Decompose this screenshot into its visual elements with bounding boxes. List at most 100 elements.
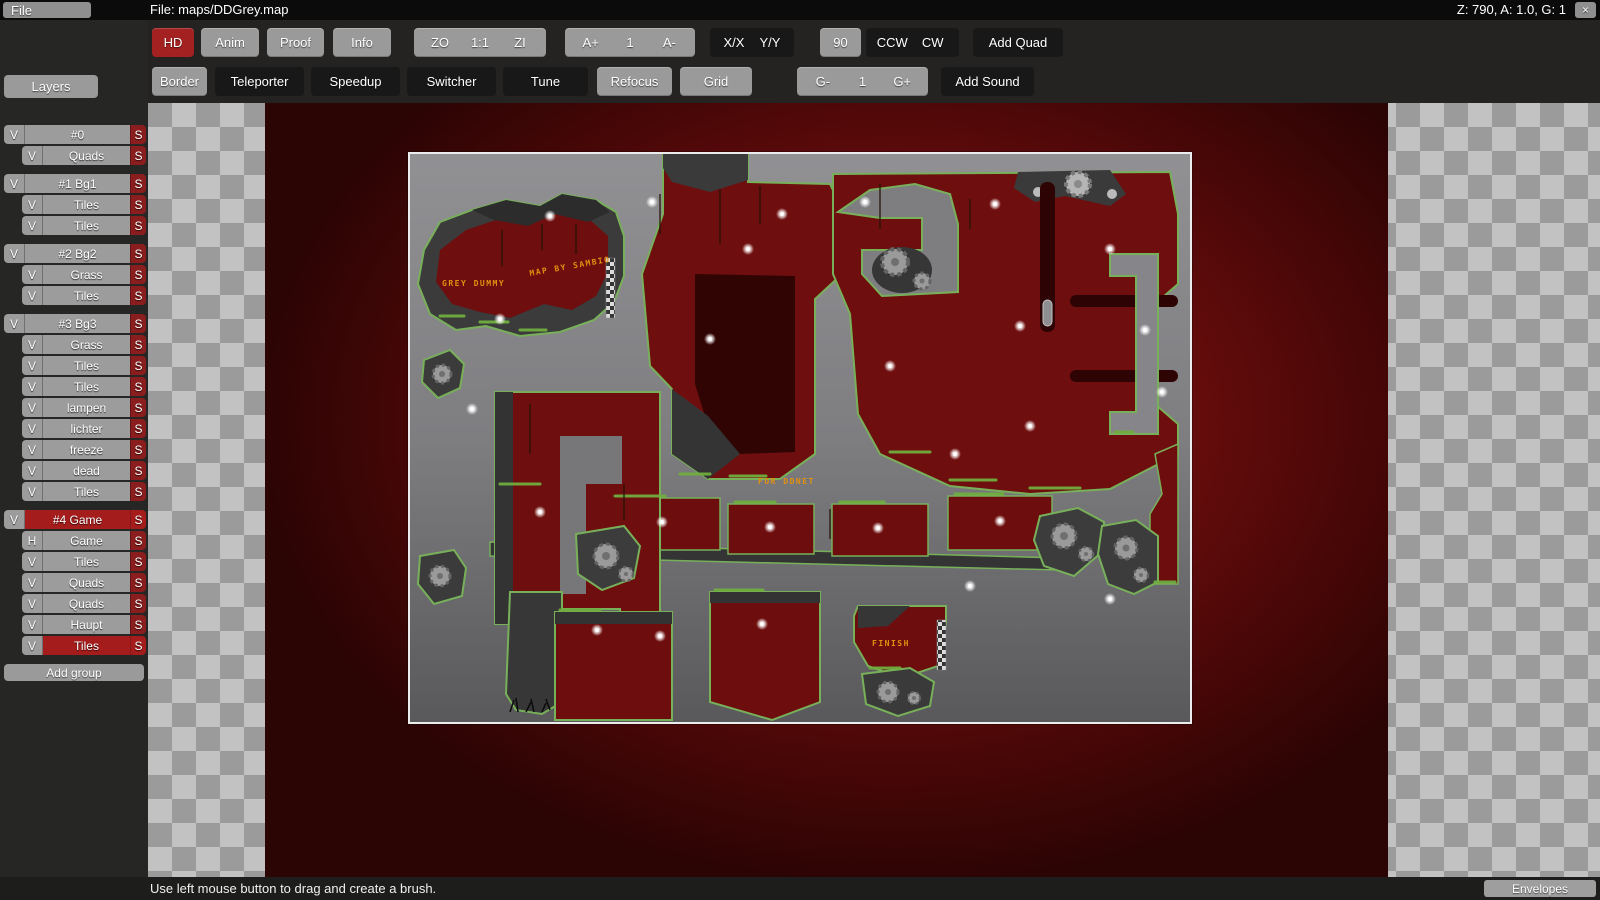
row-label[interactable]: #1 Bg1 — [25, 174, 130, 193]
layer-row-tiles[interactable]: VTilesS — [22, 482, 146, 501]
visibility-toggle[interactable]: V — [22, 594, 43, 613]
row-label[interactable]: Tiles — [43, 377, 130, 396]
envelopes-button[interactable]: Envelopes — [1484, 880, 1596, 897]
add-sound-button[interactable]: Add Sound — [941, 67, 1034, 96]
sync-toggle[interactable]: S — [130, 531, 146, 550]
teleporter-button[interactable]: Teleporter — [215, 67, 304, 96]
sync-toggle[interactable]: S — [130, 440, 146, 459]
layers-panel-header[interactable]: Layers — [4, 75, 98, 98]
sync-toggle[interactable]: S — [130, 286, 146, 305]
row-label[interactable]: Tiles — [43, 195, 130, 214]
visibility-toggle[interactable]: H — [22, 531, 43, 550]
row-label[interactable]: Quads — [43, 146, 130, 165]
info-toggle-button[interactable]: Info — [333, 28, 391, 57]
visibility-toggle[interactable]: V — [22, 552, 43, 571]
layer-row-freeze[interactable]: VfreezeS — [22, 440, 146, 459]
refocus-button[interactable]: Refocus — [597, 67, 672, 96]
group-row--0[interactable]: V#0S — [4, 125, 146, 144]
sync-toggle[interactable]: S — [130, 398, 146, 417]
row-label[interactable]: #2 Bg2 — [25, 244, 130, 263]
visibility-toggle[interactable]: V — [4, 125, 25, 144]
sync-toggle[interactable]: S — [130, 195, 146, 214]
group-row--2-bg2[interactable]: V#2 Bg2S — [4, 244, 146, 263]
layer-row-quads[interactable]: VQuadsS — [22, 594, 146, 613]
row-label[interactable]: Game — [43, 531, 130, 550]
layer-row-tiles[interactable]: VTilesS — [22, 216, 146, 235]
grid-size-minus-button[interactable]: G- — [803, 74, 843, 89]
group-row--1-bg1[interactable]: V#1 Bg1S — [4, 174, 146, 193]
sync-toggle[interactable]: S — [130, 594, 146, 613]
rotate-cw-button[interactable]: CW — [913, 35, 954, 50]
visibility-toggle[interactable]: V — [4, 314, 25, 333]
sync-toggle[interactable]: S — [130, 615, 146, 634]
row-label[interactable]: #4 Game — [25, 510, 130, 529]
sync-toggle[interactable]: S — [130, 482, 146, 501]
visibility-toggle[interactable]: V — [22, 286, 43, 305]
visibility-toggle[interactable]: V — [22, 419, 43, 438]
visibility-toggle[interactable]: V — [22, 636, 43, 655]
rotate-ccw-button[interactable]: CCW — [872, 35, 913, 50]
anim-toggle-button[interactable]: Anim — [201, 28, 259, 57]
anim-speed-down-button[interactable]: A- — [650, 35, 689, 50]
layer-row-tiles[interactable]: VTilesS — [22, 377, 146, 396]
visibility-toggle[interactable]: V — [22, 440, 43, 459]
visibility-toggle[interactable]: V — [22, 573, 43, 592]
sync-toggle[interactable]: S — [130, 573, 146, 592]
layer-row-grass[interactable]: VGrassS — [22, 265, 146, 284]
visibility-toggle[interactable]: V — [22, 216, 43, 235]
layer-row-tiles[interactable]: VTilesS — [22, 286, 146, 305]
row-label[interactable]: #0 — [25, 125, 130, 144]
row-label[interactable]: Tiles — [43, 286, 130, 305]
speedup-button[interactable]: Speedup — [311, 67, 400, 96]
visibility-toggle[interactable]: V — [22, 195, 43, 214]
layer-row-tiles[interactable]: VTilesS — [22, 552, 146, 571]
visibility-toggle[interactable]: V — [22, 356, 43, 375]
row-label[interactable]: lampen — [43, 398, 130, 417]
anim-speed-up-button[interactable]: A+ — [571, 35, 610, 50]
hd-toggle-button[interactable]: HD — [152, 28, 194, 57]
layer-row-game[interactable]: HGameS — [22, 531, 146, 550]
visibility-toggle[interactable]: V — [4, 244, 25, 263]
row-label[interactable]: freeze — [43, 440, 130, 459]
flip-y-button[interactable]: Y/Y — [752, 35, 788, 50]
row-label[interactable]: Tiles — [43, 216, 130, 235]
layer-row-lampen[interactable]: VlampenS — [22, 398, 146, 417]
flip-x-button[interactable]: X/X — [716, 35, 752, 50]
group-row--4-game[interactable]: V#4 GameS — [4, 510, 146, 529]
row-label[interactable]: Haupt — [43, 615, 130, 634]
visibility-toggle[interactable]: V — [22, 461, 43, 480]
zoom-reset-button[interactable]: 1:1 — [460, 35, 500, 50]
row-label[interactable]: Quads — [43, 594, 130, 613]
visibility-toggle[interactable]: V — [4, 174, 25, 193]
visibility-toggle[interactable]: V — [22, 335, 43, 354]
visibility-toggle[interactable]: V — [22, 265, 43, 284]
row-label[interactable]: Grass — [43, 265, 130, 284]
grid-toggle-button[interactable]: Grid — [680, 67, 752, 96]
rotate-amount-button[interactable]: 90 — [820, 28, 861, 57]
grid-size-plus-button[interactable]: G+ — [882, 74, 922, 89]
visibility-toggle[interactable]: V — [22, 482, 43, 501]
layer-row-haupt[interactable]: VHauptS — [22, 615, 146, 634]
row-label[interactable]: Grass — [43, 335, 130, 354]
visibility-toggle[interactable]: V — [22, 615, 43, 634]
layer-row-dead[interactable]: VdeadS — [22, 461, 146, 480]
layer-row-tiles[interactable]: VTilesS — [22, 195, 146, 214]
visibility-toggle[interactable]: V — [22, 398, 43, 417]
layer-row-grass[interactable]: VGrassS — [22, 335, 146, 354]
add-quad-button[interactable]: Add Quad — [973, 28, 1063, 57]
sync-toggle[interactable]: S — [130, 552, 146, 571]
zoom-out-button[interactable]: ZO — [420, 35, 460, 50]
sync-toggle[interactable]: S — [130, 174, 146, 193]
sync-toggle[interactable]: S — [130, 146, 146, 165]
visibility-toggle[interactable]: V — [22, 146, 43, 165]
row-label[interactable]: Tiles — [43, 356, 130, 375]
group-row--3-bg3[interactable]: V#3 Bg3S — [4, 314, 146, 333]
sync-toggle[interactable]: S — [130, 419, 146, 438]
close-icon[interactable]: × — [1575, 2, 1596, 18]
layer-row-tiles[interactable]: VTilesS — [22, 636, 146, 655]
sync-toggle[interactable]: S — [130, 335, 146, 354]
visibility-toggle[interactable]: V — [22, 377, 43, 396]
file-menu-button[interactable]: File — [3, 2, 91, 18]
row-label[interactable]: Tiles — [43, 636, 130, 655]
row-label[interactable]: Tiles — [43, 552, 130, 571]
